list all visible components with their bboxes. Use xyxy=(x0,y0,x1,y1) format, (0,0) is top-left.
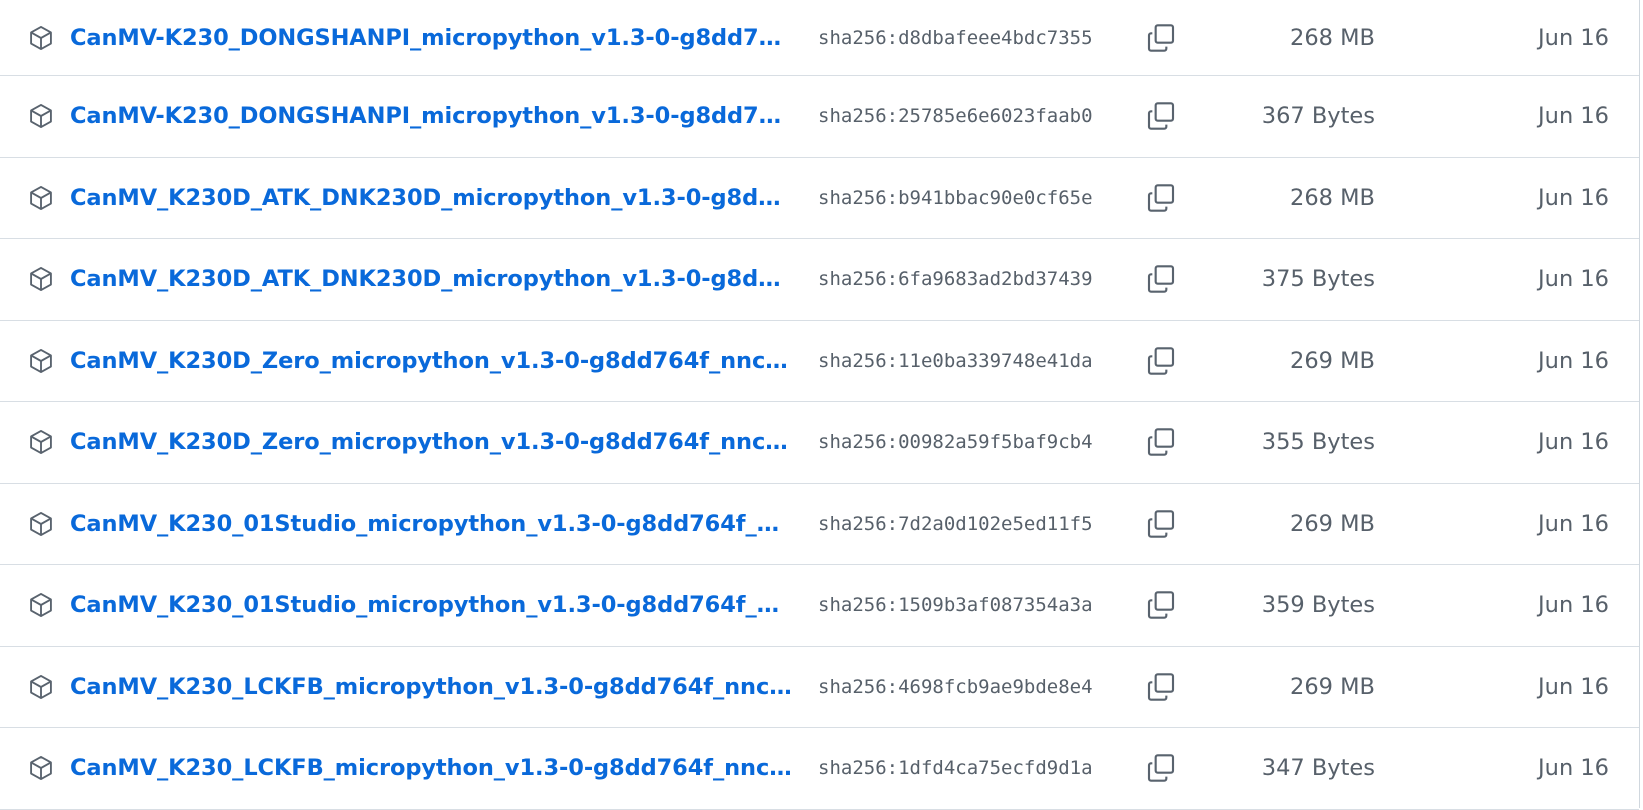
asset-row: CanMV-K230_DONGSHANPI_micropython_v1.3-0… xyxy=(0,76,1639,158)
copy-icon xyxy=(1147,591,1175,619)
copy-digest-button[interactable] xyxy=(1143,261,1179,297)
copy-icon xyxy=(1147,428,1175,456)
asset-size: 268 MB xyxy=(1290,184,1375,211)
copy-digest-button[interactable] xyxy=(1143,98,1179,134)
asset-name-link[interactable]: CanMV_K230D_ATK_DNK230D_micropython_v1.3… xyxy=(70,266,795,292)
copy-digest-button[interactable] xyxy=(1143,180,1179,216)
copy-digest-button[interactable] xyxy=(1143,424,1179,460)
asset-row: CanMV_K230_01Studio_micropython_v1.3-0-g… xyxy=(0,565,1639,647)
asset-date: Jun 16 xyxy=(1538,24,1609,51)
asset-size: 269 MB xyxy=(1290,510,1375,537)
copy-icon xyxy=(1147,23,1175,52)
asset-name-link[interactable]: CanMV_K230_LCKFB_micropython_v1.3-0-g8dd… xyxy=(70,674,795,700)
asset-row: CanMV_K230_LCKFB_micropython_v1.3-0-g8dd… xyxy=(0,647,1639,728)
asset-date: Jun 16 xyxy=(1538,673,1609,700)
asset-size: 269 MB xyxy=(1290,673,1375,700)
release-assets-list: CanMV-K230_DONGSHANPI_micropython_v1.3-0… xyxy=(0,0,1640,810)
package-icon xyxy=(27,265,55,293)
asset-row: CanMV_K230D_Zero_micropython_v1.3-0-g8dd… xyxy=(0,402,1639,484)
copy-icon xyxy=(1147,102,1175,130)
asset-digest: sha256:b941bbac90e0cf65e xyxy=(818,186,1093,209)
asset-date: Jun 16 xyxy=(1538,184,1609,211)
asset-digest: sha256:d8dbafeee4bdc7355 xyxy=(818,26,1093,49)
package-icon xyxy=(27,184,55,212)
copy-digest-button[interactable] xyxy=(1143,587,1179,623)
asset-name-link[interactable]: CanMV_K230D_ATK_DNK230D_micropython_v1.3… xyxy=(70,185,795,211)
package-icon xyxy=(27,102,55,130)
asset-name-link[interactable]: CanMV-K230_DONGSHANPI_micropython_v1.3-0… xyxy=(70,103,795,129)
asset-date: Jun 16 xyxy=(1538,103,1609,130)
package-icon xyxy=(27,347,55,375)
asset-date: Jun 16 xyxy=(1538,592,1609,619)
asset-size: 355 Bytes xyxy=(1261,429,1375,456)
asset-size: 359 Bytes xyxy=(1261,592,1375,619)
asset-row: CanMV_K230D_Zero_micropython_v1.3-0-g8dd… xyxy=(0,321,1639,402)
asset-name-link[interactable]: CanMV_K230D_Zero_micropython_v1.3-0-g8dd… xyxy=(70,429,795,455)
asset-size: 268 MB xyxy=(1290,24,1375,51)
copy-icon xyxy=(1147,347,1175,375)
copy-digest-button[interactable] xyxy=(1143,750,1179,786)
asset-size: 375 Bytes xyxy=(1261,266,1375,293)
asset-date: Jun 16 xyxy=(1538,510,1609,537)
asset-row: CanMV_K230_LCKFB_micropython_v1.3-0-g8dd… xyxy=(0,728,1639,810)
copy-icon xyxy=(1147,754,1175,782)
asset-date: Jun 16 xyxy=(1538,755,1609,782)
asset-digest: sha256:11e0ba339748e41da xyxy=(818,349,1093,372)
asset-name-link[interactable]: CanMV_K230_01Studio_micropython_v1.3-0-g… xyxy=(70,592,795,618)
copy-icon xyxy=(1147,673,1175,701)
asset-name-link[interactable]: CanMV_K230_LCKFB_micropython_v1.3-0-g8dd… xyxy=(70,755,795,781)
asset-size: 269 MB xyxy=(1290,347,1375,374)
package-icon xyxy=(27,673,55,701)
asset-name-link[interactable]: CanMV_K230_01Studio_micropython_v1.3-0-g… xyxy=(70,511,795,537)
asset-name-link[interactable]: CanMV_K230D_Zero_micropython_v1.3-0-g8dd… xyxy=(70,348,795,374)
copy-icon xyxy=(1147,510,1175,538)
asset-digest: sha256:00982a59f5baf9cb4 xyxy=(818,431,1093,454)
package-icon xyxy=(27,428,55,456)
asset-size: 367 Bytes xyxy=(1261,103,1375,130)
asset-row: CanMV_K230_01Studio_micropython_v1.3-0-g… xyxy=(0,484,1639,565)
asset-digest: sha256:7d2a0d102e5ed11f5 xyxy=(818,512,1093,535)
asset-name-link[interactable]: CanMV-K230_DONGSHANPI_micropython_v1.3-0… xyxy=(70,25,795,51)
asset-digest: sha256:1509b3af087354a3a xyxy=(818,594,1093,617)
asset-row: CanMV-K230_DONGSHANPI_micropython_v1.3-0… xyxy=(0,0,1639,76)
copy-icon xyxy=(1147,184,1175,212)
asset-digest: sha256:1dfd4ca75ecfd9d1a xyxy=(818,757,1093,780)
copy-digest-button[interactable] xyxy=(1143,506,1179,542)
copy-icon xyxy=(1147,265,1175,293)
asset-date: Jun 16 xyxy=(1538,429,1609,456)
asset-date: Jun 16 xyxy=(1538,347,1609,374)
package-icon xyxy=(27,510,55,538)
asset-digest: sha256:6fa9683ad2bd37439 xyxy=(818,268,1093,291)
asset-row: CanMV_K230D_ATK_DNK230D_micropython_v1.3… xyxy=(0,158,1639,239)
asset-digest: sha256:4698fcb9ae9bde8e4 xyxy=(818,675,1093,698)
asset-size: 347 Bytes xyxy=(1261,755,1375,782)
package-icon xyxy=(27,754,55,782)
package-icon xyxy=(27,24,55,52)
copy-digest-button[interactable] xyxy=(1143,20,1179,56)
asset-row: CanMV_K230D_ATK_DNK230D_micropython_v1.3… xyxy=(0,239,1639,321)
asset-digest: sha256:25785e6e6023faab0 xyxy=(818,105,1093,128)
copy-digest-button[interactable] xyxy=(1143,669,1179,705)
asset-date: Jun 16 xyxy=(1538,266,1609,293)
copy-digest-button[interactable] xyxy=(1143,343,1179,379)
package-icon xyxy=(27,591,55,619)
